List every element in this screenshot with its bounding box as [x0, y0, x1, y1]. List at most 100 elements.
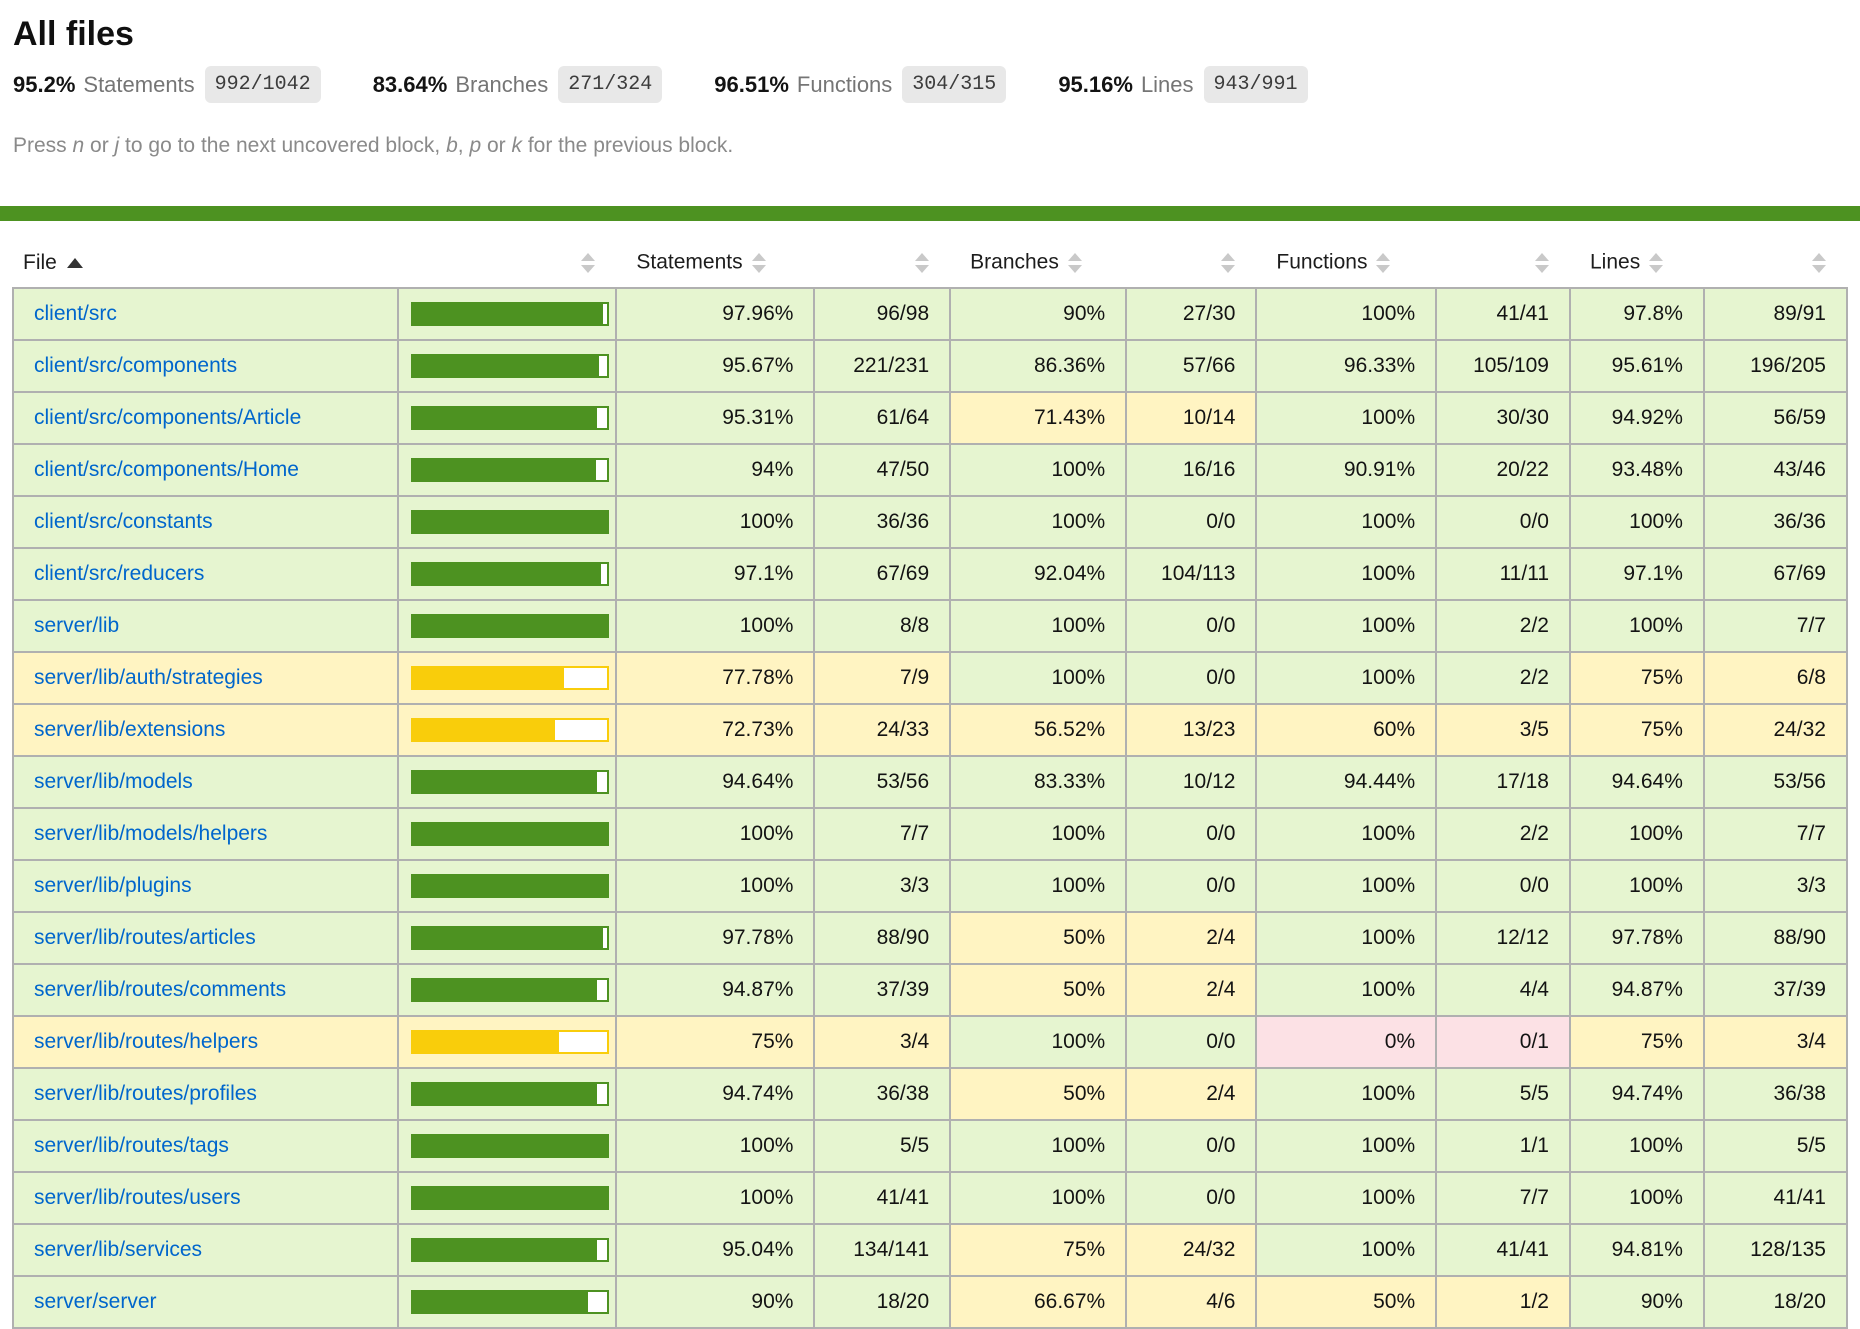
- column-header-pic[interactable]: [398, 239, 616, 288]
- column-header-statements-pct[interactable]: Statements: [616, 239, 814, 288]
- file-link[interactable]: server/lib/plugins: [34, 874, 192, 897]
- branches-pct-cell: 100%: [950, 600, 1126, 652]
- sort-icon[interactable]: [1648, 250, 1664, 276]
- file-link[interactable]: server/lib/routes/helpers: [34, 1030, 258, 1053]
- branches-abs-cell: 16/16: [1126, 444, 1256, 496]
- lines-pct-cell: 100%: [1570, 808, 1704, 860]
- column-header-functions-pct[interactable]: Functions: [1256, 239, 1436, 288]
- table-row: client/src/reducers97.1%67/6992.04%104/1…: [13, 548, 1847, 600]
- sort-icon[interactable]: [751, 250, 767, 276]
- file-link[interactable]: server/lib/routes/tags: [34, 1134, 229, 1157]
- file-cell: server/lib/routes/helpers: [13, 1016, 398, 1068]
- file-cell: client/src: [13, 288, 398, 340]
- statements-pct-cell: 97.78%: [616, 912, 814, 964]
- branches-pct-cell: 66.67%: [950, 1276, 1126, 1328]
- lines-abs-cell: 36/36: [1704, 496, 1847, 548]
- coverage-bar: [411, 822, 609, 846]
- sort-icon[interactable]: [1534, 250, 1550, 276]
- coverage-bar-cell: [398, 392, 616, 444]
- lines-pct-cell: 94.92%: [1570, 392, 1704, 444]
- column-header-lines-pct[interactable]: Lines: [1570, 239, 1704, 288]
- branches-abs-cell: 57/66: [1126, 340, 1256, 392]
- lines-pct-cell: 75%: [1570, 1016, 1704, 1068]
- file-link[interactable]: client/src/constants: [34, 510, 213, 533]
- file-link[interactable]: client/src/components: [34, 354, 237, 377]
- sort-icon[interactable]: [914, 250, 930, 276]
- metric-fraction: 943/991: [1204, 66, 1308, 103]
- lines-abs-cell: 7/7: [1704, 600, 1847, 652]
- lines-abs-cell: 36/38: [1704, 1068, 1847, 1120]
- file-link[interactable]: server/lib/auth/strategies: [34, 666, 263, 689]
- sort-icon[interactable]: [580, 250, 596, 276]
- functions-abs-cell: 11/11: [1436, 548, 1570, 600]
- coverage-bar-cell: [398, 496, 616, 548]
- file-link[interactable]: server/lib: [34, 614, 119, 637]
- column-header-lines-abs[interactable]: [1704, 239, 1847, 288]
- file-link[interactable]: server/lib/routes/users: [34, 1186, 241, 1209]
- file-link[interactable]: client/src/reducers: [34, 562, 204, 585]
- functions-pct-cell: 100%: [1256, 860, 1436, 912]
- file-link[interactable]: server/lib/routes/articles: [34, 926, 256, 949]
- functions-abs-cell: 1/2: [1436, 1276, 1570, 1328]
- file-link[interactable]: client/src/components/Home: [34, 458, 299, 481]
- column-header-file[interactable]: File: [13, 239, 398, 288]
- statements-abs-cell: 88/90: [814, 912, 950, 964]
- statements-abs-cell: 8/8: [814, 600, 950, 652]
- lines-pct-cell: 100%: [1570, 1172, 1704, 1224]
- coverage-bar: [411, 770, 609, 794]
- statements-abs-cell: 96/98: [814, 288, 950, 340]
- statements-abs-cell: 36/38: [814, 1068, 950, 1120]
- file-link[interactable]: client/src: [34, 302, 117, 325]
- branches-pct-cell: 100%: [950, 1172, 1126, 1224]
- file-cell: client/src/components: [13, 340, 398, 392]
- file-link[interactable]: server/lib/routes/profiles: [34, 1082, 257, 1105]
- file-cell: server/lib/models: [13, 756, 398, 808]
- sort-icon[interactable]: [1220, 250, 1236, 276]
- sort-icon[interactable]: [1375, 250, 1391, 276]
- file-link[interactable]: server/lib/routes/comments: [34, 978, 286, 1001]
- table-row: server/lib/routes/users100%41/41100%0/01…: [13, 1172, 1847, 1224]
- metric-label: Functions: [797, 72, 892, 98]
- file-link[interactable]: server/lib/extensions: [34, 718, 225, 741]
- file-cell: server/lib/routes/profiles: [13, 1068, 398, 1120]
- branches-pct-cell: 71.43%: [950, 392, 1126, 444]
- column-header-branches-abs[interactable]: [1126, 239, 1256, 288]
- metric-label: Lines: [1141, 72, 1194, 98]
- statements-abs-cell: 3/3: [814, 860, 950, 912]
- statements-abs-cell: 41/41: [814, 1172, 950, 1224]
- lines-abs-cell: 3/3: [1704, 860, 1847, 912]
- coverage-bar-fill: [413, 356, 599, 376]
- sort-icon[interactable]: [1067, 250, 1083, 276]
- file-link[interactable]: server/server: [34, 1290, 157, 1313]
- functions-pct-cell: 100%: [1256, 652, 1436, 704]
- column-header-statements-abs[interactable]: [814, 239, 950, 288]
- lines-pct-cell: 94.64%: [1570, 756, 1704, 808]
- column-header-branches-pct[interactable]: Branches: [950, 239, 1126, 288]
- coverage-bar-cell: [398, 1068, 616, 1120]
- file-cell: client/src/reducers: [13, 548, 398, 600]
- lines-abs-cell: 41/41: [1704, 1172, 1847, 1224]
- lines-pct-cell: 97.1%: [1570, 548, 1704, 600]
- file-link[interactable]: server/lib/services: [34, 1238, 202, 1261]
- functions-abs-cell: 41/41: [1436, 288, 1570, 340]
- branches-abs-cell: 0/0: [1126, 652, 1256, 704]
- functions-pct-cell: 100%: [1256, 1120, 1436, 1172]
- lines-pct-cell: 100%: [1570, 1120, 1704, 1172]
- file-link[interactable]: server/lib/models: [34, 770, 193, 793]
- branches-abs-cell: 2/4: [1126, 1068, 1256, 1120]
- coverage-bar-fill: [413, 512, 607, 532]
- lines-pct-cell: 95.61%: [1570, 340, 1704, 392]
- functions-abs-cell: 2/2: [1436, 652, 1570, 704]
- column-header-functions-abs[interactable]: [1436, 239, 1570, 288]
- keyboard-hint: Press n or j to go to the next uncovered…: [13, 133, 1847, 158]
- file-link[interactable]: client/src/components/Article: [34, 406, 301, 429]
- metric-fraction: 271/324: [558, 66, 662, 103]
- table-row: server/lib/routes/profiles94.74%36/3850%…: [13, 1068, 1847, 1120]
- table-row: server/lib/plugins100%3/3100%0/0100%0/01…: [13, 860, 1847, 912]
- file-link[interactable]: server/lib/models/helpers: [34, 822, 267, 845]
- sort-icon[interactable]: [1811, 250, 1827, 276]
- branches-pct-cell: 92.04%: [950, 548, 1126, 600]
- branches-pct-cell: 100%: [950, 1016, 1126, 1068]
- statements-abs-cell: 67/69: [814, 548, 950, 600]
- lines-pct-cell: 75%: [1570, 704, 1704, 756]
